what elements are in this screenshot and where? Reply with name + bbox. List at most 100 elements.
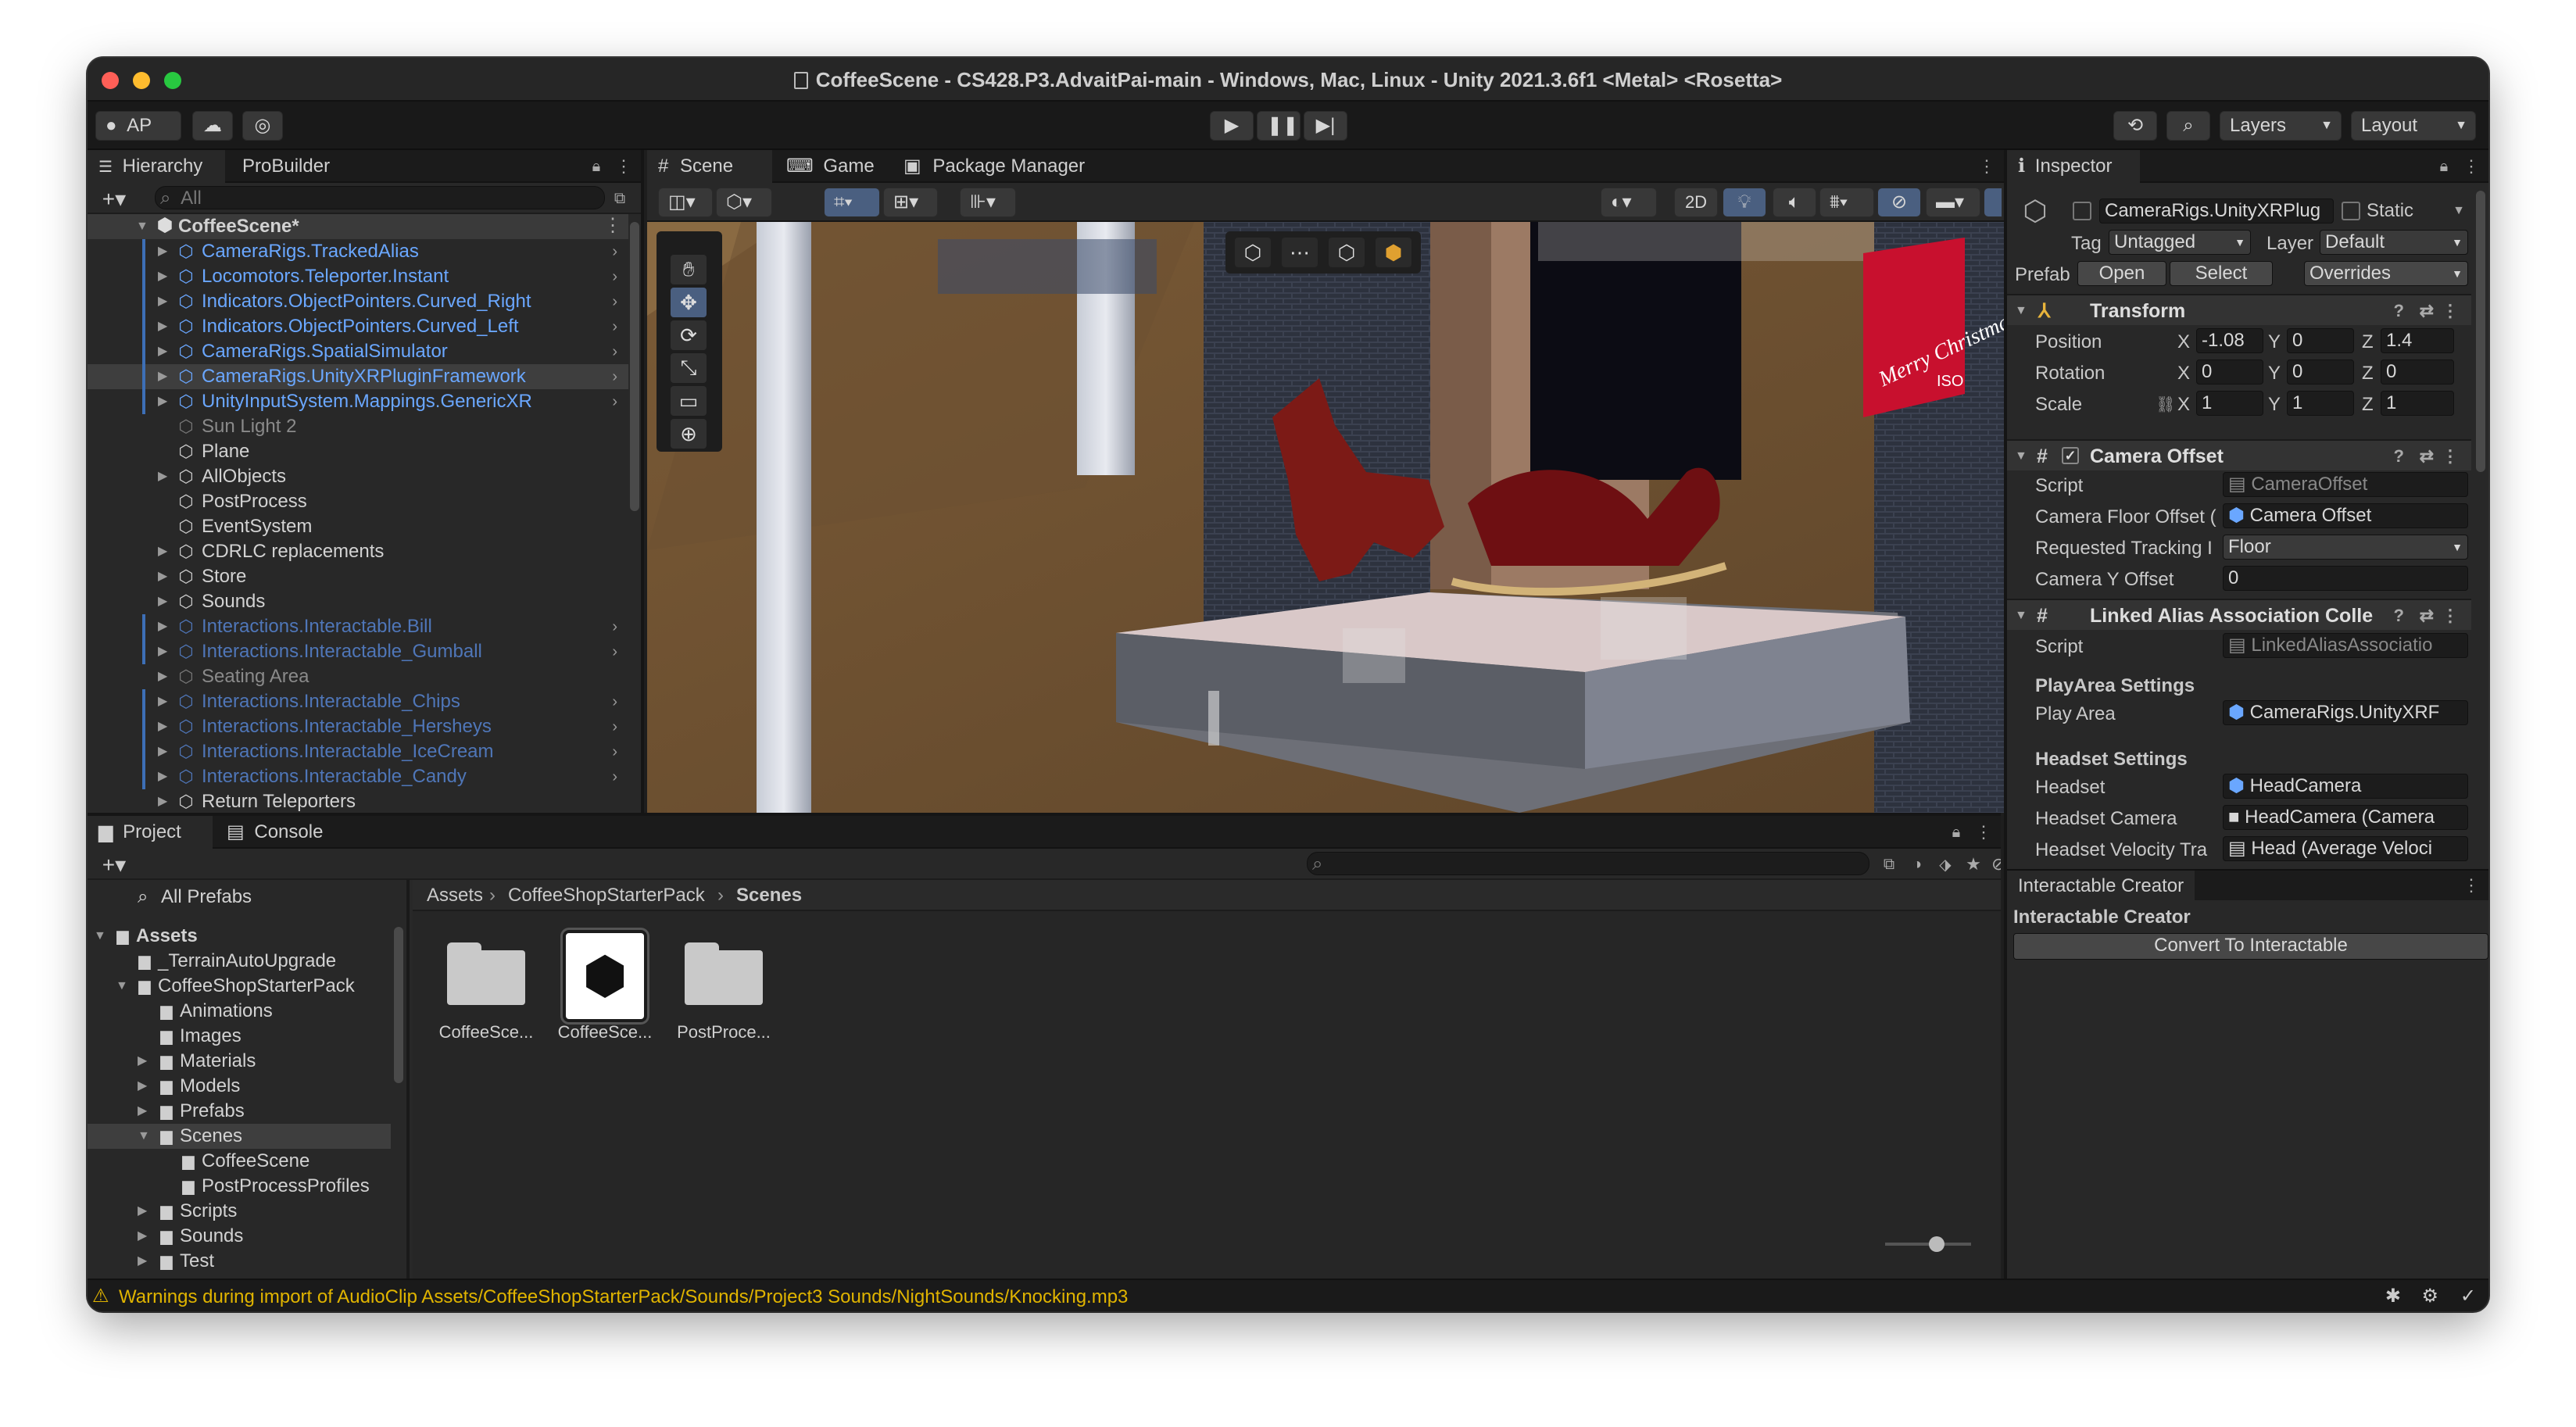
- static-checkbox[interactable]: [2342, 202, 2360, 220]
- hierarchy-item[interactable]: ⬡ Sun Light 2: [88, 414, 628, 439]
- camera-floor-offset-field[interactable]: ⬢ Camera Offset: [2223, 503, 2468, 528]
- prefab-overrides-dropdown[interactable]: Overrides ▼: [2304, 261, 2468, 286]
- cloud-button[interactable]: ☁: [192, 111, 233, 141]
- search-by-type-icon[interactable]: ⧉: [608, 188, 631, 209]
- folder-tree-item[interactable]: ▶ ▆ Prefabs: [88, 1099, 391, 1124]
- hidden-objects-toggle[interactable]: ⊘: [1877, 188, 1921, 217]
- hierarchy-item[interactable]: ⬡ PostProcess: [88, 489, 628, 514]
- hidden-packages-toggle[interactable]: ⊘20: [1991, 853, 2001, 875]
- draw-mode-dropdown[interactable]: ◫▾: [658, 188, 713, 217]
- chevron-right-icon[interactable]: ▶: [158, 364, 167, 389]
- scene-root-item[interactable]: ▼ ⬢ CoffeeScene* ⋮: [88, 214, 628, 239]
- search-button[interactable]: ⌕: [2166, 111, 2210, 141]
- rotate-tool-icon[interactable]: ⟳: [671, 320, 707, 350]
- rot-x-input[interactable]: 0: [2196, 359, 2263, 384]
- chevron-right-icon[interactable]: ▶: [158, 689, 167, 714]
- chevron-right-icon[interactable]: ▶: [158, 739, 167, 764]
- undo-history-button[interactable]: ⟲: [2113, 111, 2157, 141]
- layers-dropdown[interactable]: Layers ▼: [2220, 111, 2342, 141]
- tab-package-manager[interactable]: ▣ Package Manager: [893, 150, 1096, 183]
- chevron-right-icon[interactable]: ›: [612, 239, 617, 264]
- pivot-dropdown[interactable]: ⬡▾: [716, 188, 772, 217]
- more-options-icon[interactable]: ⋮: [1975, 822, 1992, 842]
- hierarchy-item[interactable]: ▶ ⬡ Interactions.Interactable_Hersheys ›: [88, 714, 628, 739]
- folder-tree-item[interactable]: ▼ ▆ Assets: [88, 924, 391, 949]
- folder-tree-item[interactable]: ▆ Animations: [88, 999, 391, 1024]
- rot-y-input[interactable]: 0: [2287, 359, 2354, 384]
- folder-tree-item[interactable]: ▆ _TerrainAutoUpgrade: [88, 949, 391, 974]
- headset-field[interactable]: ⬢ HeadCamera: [2223, 774, 2468, 799]
- chevron-right-icon[interactable]: ▶: [158, 764, 167, 789]
- folder-tree-item[interactable]: ▆ Images: [88, 1024, 391, 1049]
- status-warning-text[interactable]: Warnings during import of AudioClip Asse…: [119, 1286, 1128, 1308]
- camera-dropdown[interactable]: ▬▾: [1926, 188, 1980, 217]
- more-options-icon[interactable]: ⋮: [2442, 441, 2459, 472]
- hierarchy-item[interactable]: ▶ ⬡ Interactions.Interactable_Gumball ›: [88, 639, 628, 664]
- hierarchy-item[interactable]: ▶ ⬡ CameraRigs.SpatialSimulator ›: [88, 339, 628, 364]
- grid-snap-dropdown[interactable]: ⊞▾: [883, 188, 938, 217]
- lighting-toggle[interactable]: 💡︎: [1723, 188, 1766, 217]
- snap-dropdown[interactable]: ⌗▾: [824, 188, 880, 217]
- toggle-2d-button[interactable]: 2D: [1674, 188, 1718, 217]
- layout-dropdown[interactable]: Layout ▼: [2351, 111, 2476, 141]
- chevron-right-icon[interactable]: ▶: [158, 564, 167, 589]
- headset-velocity-field[interactable]: ▤ Head (Average Veloci: [2223, 836, 2468, 861]
- chevron-right-icon[interactable]: ›: [612, 264, 617, 289]
- chevron-right-icon[interactable]: ›: [612, 739, 617, 764]
- transform-tool-icon[interactable]: ⊕: [671, 419, 707, 449]
- chevron-right-icon[interactable]: ›: [612, 614, 617, 639]
- tab-inspector[interactable]: ℹ Inspector: [2007, 150, 2140, 183]
- folder-tree-item[interactable]: ▶ ▆ Test: [88, 1249, 391, 1274]
- filter-by-type-icon[interactable]: ◑: [1905, 853, 1929, 875]
- prefab-select-button[interactable]: Select: [2170, 261, 2273, 286]
- more-options-icon[interactable]: ⋮: [2442, 295, 2459, 327]
- favorite-star-icon[interactable]: ★: [1962, 853, 1985, 875]
- hierarchy-item[interactable]: ⬡ EventSystem: [88, 514, 628, 539]
- check-circle-icon[interactable]: ✓: [2460, 1285, 2476, 1307]
- help-icon[interactable]: ?: [2394, 441, 2404, 472]
- shading-dropdown[interactable]: ◐▾: [1601, 188, 1657, 217]
- tab-console[interactable]: ▤ Console: [216, 816, 334, 849]
- headset-camera-field[interactable]: ■ HeadCamera (Camera: [2223, 805, 2468, 830]
- zoom-slider[interactable]: [1885, 1236, 1971, 1252]
- chevron-right-icon[interactable]: ▶: [138, 1049, 147, 1074]
- chevron-right-icon[interactable]: ▶: [158, 614, 167, 639]
- chevron-right-icon[interactable]: ›: [612, 689, 617, 714]
- tab-probuilder[interactable]: ProBuilder: [231, 150, 341, 183]
- chevron-down-icon[interactable]: ▼: [136, 214, 148, 239]
- layer-dropdown[interactable]: Default ▼: [2320, 230, 2468, 255]
- breadcrumb-coffeeshop[interactable]: CoffeeShopStarterPack: [508, 885, 705, 907]
- rect-tool-icon[interactable]: ▭: [671, 386, 707, 416]
- asset-item[interactable]: ⬢ CoffeeSce...: [550, 927, 660, 1044]
- asset-item[interactable]: CoffeeSce...: [431, 927, 541, 1044]
- move-tool-icon[interactable]: ✥: [671, 288, 707, 317]
- search-filter-icon[interactable]: ⧉: [1877, 853, 1901, 875]
- hierarchy-search-input[interactable]: ⌕ All: [155, 186, 605, 209]
- lock-icon[interactable]: 🔒︎: [1946, 822, 1966, 842]
- chevron-right-icon[interactable]: ▶: [138, 1249, 147, 1274]
- pos-z-input[interactable]: 1.4: [2381, 328, 2454, 353]
- hierarchy-item[interactable]: ▶ ⬡ CameraRigs.UnityXRPluginFramework ›: [88, 364, 628, 389]
- hierarchy-item[interactable]: ▶ ⬡ Sounds: [88, 589, 628, 614]
- more-options-icon[interactable]: ⋮: [2442, 600, 2459, 631]
- create-asset-button[interactable]: +▾: [95, 852, 133, 877]
- tab-hierarchy[interactable]: ☰ Hierarchy: [88, 150, 225, 183]
- gizmos-toggle[interactable]: [1984, 188, 2002, 217]
- chevron-right-icon[interactable]: ▶: [158, 589, 167, 614]
- chevron-right-icon[interactable]: ▶: [158, 789, 167, 813]
- hierarchy-item[interactable]: ▶ ⬡ CDRLC replacements: [88, 539, 628, 564]
- scale-x-input[interactable]: 1: [2196, 391, 2263, 416]
- folder-tree-item[interactable]: ▆ PostProcessProfiles: [88, 1174, 391, 1199]
- object-mode-icon[interactable]: ⬡: [1235, 238, 1271, 267]
- scale-y-input[interactable]: 1: [2287, 391, 2354, 416]
- pos-x-input[interactable]: -1.08: [2196, 328, 2263, 353]
- chevron-down-icon[interactable]: ▼: [94, 924, 106, 949]
- tab-interactable-creator[interactable]: Interactable Creator: [2007, 871, 2195, 902]
- requested-tracking-dropdown[interactable]: Floor ▼: [2223, 535, 2468, 560]
- collab-button[interactable]: ◎: [242, 111, 283, 141]
- tab-game[interactable]: ⌨ Game: [775, 150, 886, 183]
- breadcrumb-assets[interactable]: Assets: [427, 885, 483, 907]
- object-name-input[interactable]: CameraRigs.UnityXRPlug: [2099, 198, 2334, 224]
- more-options-icon[interactable]: ⋮: [2463, 875, 2480, 896]
- more-options-icon[interactable]: ⋮: [1978, 156, 1995, 177]
